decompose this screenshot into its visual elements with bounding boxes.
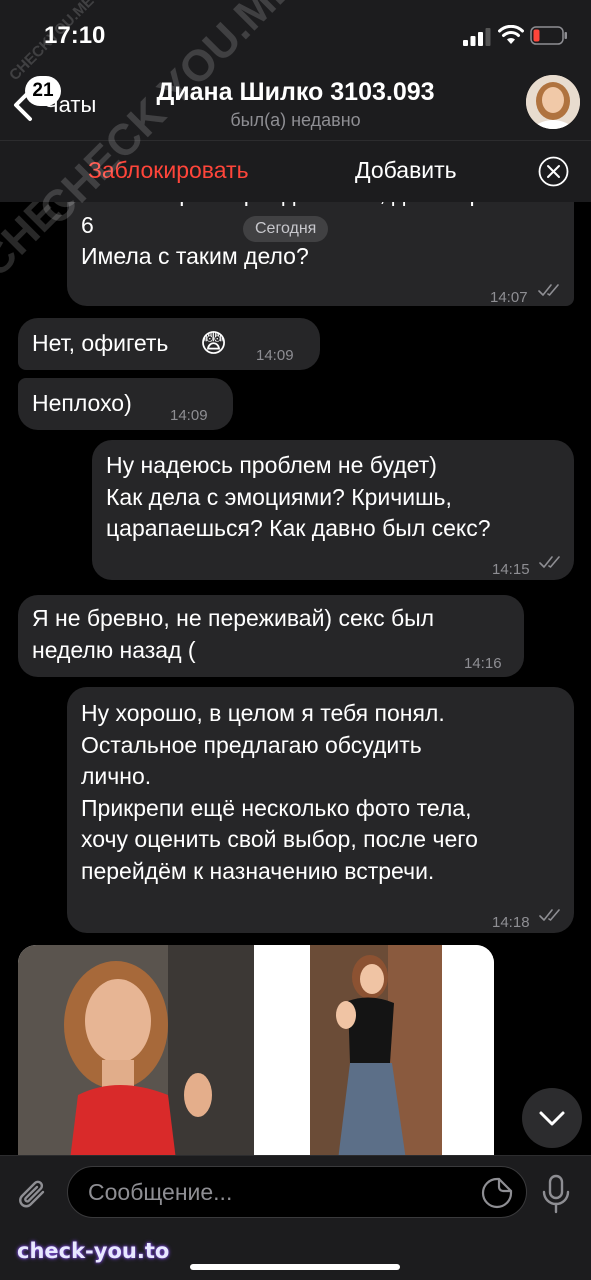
chevron-down-icon: [539, 1111, 565, 1126]
message-time: 14:16: [464, 655, 502, 672]
close-icon[interactable]: [538, 156, 569, 187]
chat-header: Чаты 21 Диана Шилко 3103.093 был(а) неда…: [0, 70, 591, 140]
message-bubble-outgoing[interactable]: Ну хорошо, в целом я тебя понял. Остальн…: [67, 687, 574, 933]
cellular-signal-icon: [463, 28, 491, 46]
date-separator: Сегодня: [243, 216, 329, 242]
message-time: 14:09: [170, 407, 208, 424]
composer: check-you.to: [0, 1155, 591, 1280]
photo-2[interactable]: [258, 945, 494, 1155]
battery-low-icon: [530, 26, 567, 45]
double-check-icon: [539, 556, 560, 568]
message-text: Нет, офигеть: [32, 330, 169, 356]
paperclip-icon[interactable]: [16, 1176, 50, 1212]
block-button[interactable]: Заблокировать: [88, 157, 249, 184]
fearful-face-emoji: 😨: [200, 328, 228, 358]
message-bubble-incoming[interactable]: Неплохо) 14:09: [18, 378, 233, 430]
photo-album[interactable]: [18, 945, 494, 1155]
avatar[interactable]: [526, 75, 580, 129]
message-text: Я не бревно, не переживай) секс был неде…: [32, 605, 435, 663]
home-indicator: [190, 1264, 400, 1270]
wifi-icon: [498, 25, 524, 44]
message-bubble-outgoing[interactable]: Ну надеюсь проблем не будет) Как дела с …: [92, 440, 574, 580]
double-check-icon: [539, 909, 560, 921]
status-time: 17:10: [44, 22, 106, 49]
last-seen-status: был(а) недавно: [230, 110, 361, 130]
message-text: Ну надеюсь проблем не будет) Как дела с …: [106, 452, 491, 541]
message-text: Неплохо): [32, 390, 132, 416]
double-check-icon: [538, 284, 559, 296]
message-bubble-incoming[interactable]: Я не бревно, не переживай) секс был неде…: [18, 595, 524, 677]
message-field[interactable]: [88, 1167, 468, 1217]
message-list[interactable]: Касаемо размера: длина 22, диаметр 6 Име…: [0, 202, 591, 1155]
message-time: 14:07: [490, 289, 528, 306]
photo-1[interactable]: [18, 945, 254, 1155]
message-time: 14:18: [492, 914, 530, 931]
message-time: 14:09: [256, 347, 294, 364]
message-time: 14:15: [492, 561, 530, 578]
status-bar: 17:10: [0, 0, 591, 70]
scroll-to-bottom-button[interactable]: [522, 1088, 582, 1148]
add-contact-button[interactable]: Добавить: [355, 157, 457, 184]
chat-title[interactable]: Диана Шилко 3103.093: [0, 78, 591, 107]
sticker-icon[interactable]: [481, 1177, 513, 1209]
footer-watermark: check-you.to: [17, 1239, 170, 1263]
message-text: Ну хорошо, в целом я тебя понял. Остальн…: [81, 700, 478, 884]
message-input[interactable]: [67, 1166, 527, 1218]
microphone-icon[interactable]: [540, 1174, 572, 1214]
message-bubble-incoming[interactable]: Нет, офигеть 😨 14:09: [18, 318, 320, 370]
contact-action-bar: Заблокировать Добавить: [0, 140, 591, 202]
